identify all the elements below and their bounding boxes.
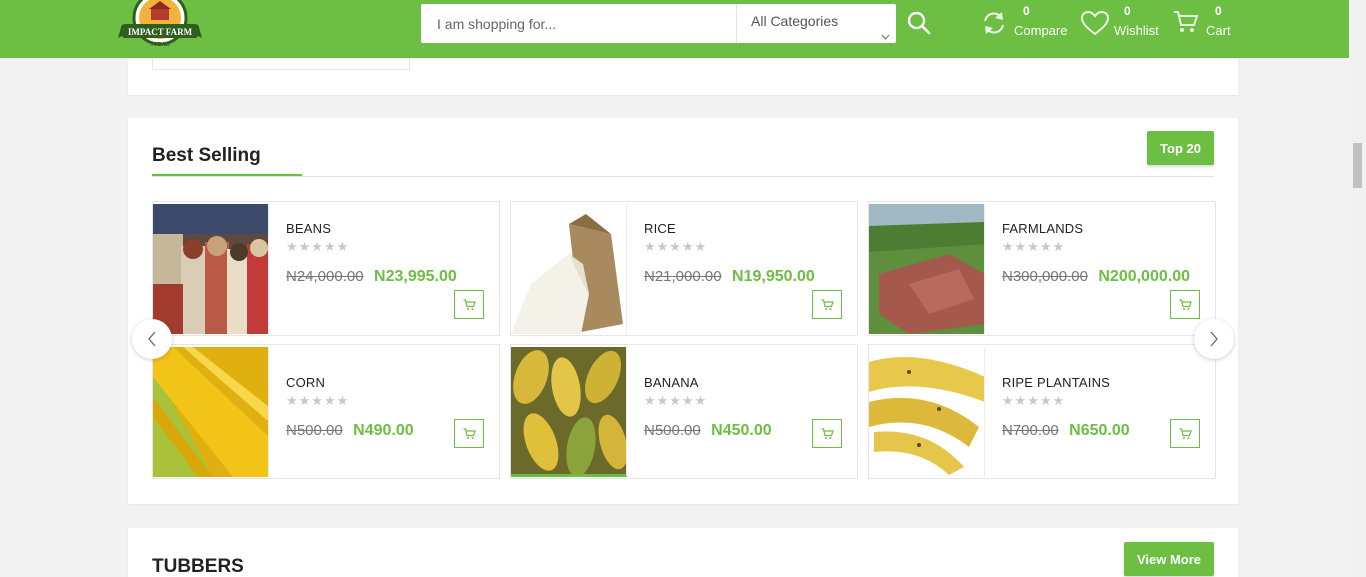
sale-price: N650.00 bbox=[1069, 422, 1130, 439]
site-header: IMPACT FARM STEAD All Categories 0 Compa… bbox=[0, 0, 1349, 58]
chevron-right-icon bbox=[1210, 331, 1218, 347]
cart-count: 0 bbox=[1215, 4, 1222, 18]
product-name[interactable]: FARMLANDS bbox=[1002, 221, 1083, 236]
cart-icon bbox=[463, 427, 476, 439]
category-select[interactable]: All Categories bbox=[737, 4, 896, 43]
carousel-next-button[interactable] bbox=[1194, 319, 1234, 359]
product-name[interactable]: BEANS bbox=[286, 221, 331, 236]
product-image[interactable] bbox=[511, 347, 627, 477]
wishlist-label: Wishlist bbox=[1114, 23, 1159, 38]
carousel-prev-button[interactable] bbox=[132, 319, 172, 359]
sale-price: N490.00 bbox=[353, 422, 414, 439]
add-to-cart-button[interactable] bbox=[1170, 290, 1200, 319]
page-scrollbar[interactable] bbox=[1349, 0, 1366, 577]
wishlist-count: 0 bbox=[1124, 4, 1131, 18]
add-to-cart-button[interactable] bbox=[454, 419, 484, 448]
product-card[interactable]: RICE ★★★★★ N21,000.00 N19,950.00 bbox=[510, 201, 858, 336]
cart-label: Cart bbox=[1206, 23, 1231, 38]
category-select-value: All Categories bbox=[751, 13, 839, 29]
compare-count: 0 bbox=[1023, 4, 1030, 18]
section-title: TUBBERS bbox=[152, 556, 244, 577]
sale-price: N450.00 bbox=[711, 422, 772, 439]
product-image[interactable] bbox=[869, 347, 985, 477]
rating-stars: ★★★★★ bbox=[286, 393, 350, 408]
product-name[interactable]: CORN bbox=[286, 375, 325, 390]
product-name[interactable]: RICE bbox=[644, 221, 676, 236]
add-to-cart-button[interactable] bbox=[812, 419, 842, 448]
product-image[interactable] bbox=[153, 347, 269, 477]
cart-icon bbox=[463, 298, 476, 310]
search-icon[interactable] bbox=[906, 10, 932, 36]
view-more-button[interactable]: View More bbox=[1124, 542, 1214, 576]
wishlist-link[interactable]: 0 Wishlist bbox=[1080, 4, 1165, 44]
old-price: N500.00 bbox=[286, 422, 343, 439]
product-price: N500.00 N450.00 bbox=[644, 422, 772, 440]
product-image[interactable] bbox=[153, 204, 269, 334]
section-title: Best Selling bbox=[152, 145, 261, 166]
old-price: N700.00 bbox=[1002, 422, 1059, 439]
cart-icon bbox=[1174, 11, 1199, 32]
rating-stars: ★★★★★ bbox=[1002, 239, 1066, 254]
title-divider bbox=[152, 176, 1214, 177]
search-bar: All Categories bbox=[421, 4, 896, 43]
product-card[interactable]: BEANS ★★★★★ N24,000.00 N23,995.00 bbox=[152, 201, 500, 336]
cart-icon bbox=[1179, 427, 1192, 439]
sale-price: N23,995.00 bbox=[374, 268, 457, 285]
chevron-left-icon bbox=[148, 331, 156, 347]
scrollbar-thumb[interactable] bbox=[1353, 143, 1362, 188]
top-20-button[interactable]: Top 20 bbox=[1147, 131, 1214, 165]
old-price: N24,000.00 bbox=[286, 268, 364, 285]
cart-icon bbox=[821, 298, 834, 310]
tubbers-section: TUBBERS View More bbox=[128, 528, 1238, 577]
chevron-down-icon bbox=[881, 18, 890, 52]
product-card[interactable]: CORN ★★★★★ N500.00 N490.00 bbox=[152, 344, 500, 479]
logo-subtext: STEAD bbox=[150, 42, 171, 48]
add-to-cart-button[interactable] bbox=[454, 290, 484, 319]
product-name[interactable]: BANANA bbox=[644, 375, 699, 390]
compare-icon bbox=[984, 12, 1004, 34]
product-card[interactable]: BANANA ★★★★★ N500.00 N450.00 bbox=[510, 344, 858, 479]
product-name[interactable]: RIPE PLANTAINS bbox=[1002, 375, 1110, 390]
rating-stars: ★★★★★ bbox=[286, 239, 350, 254]
product-price: N700.00 N650.00 bbox=[1002, 422, 1130, 440]
compare-link[interactable]: 0 Compare bbox=[980, 4, 1070, 44]
product-card[interactable]: RIPE PLANTAINS ★★★★★ N700.00 N650.00 bbox=[868, 344, 1216, 479]
site-logo[interactable]: IMPACT FARM STEAD bbox=[118, 0, 202, 52]
rating-stars: ★★★★★ bbox=[644, 239, 708, 254]
old-price: N300,000.00 bbox=[1002, 268, 1088, 285]
heart-icon bbox=[1080, 10, 1110, 36]
title-accent bbox=[152, 174, 302, 176]
product-price: N21,000.00 N19,950.00 bbox=[644, 268, 815, 286]
product-card[interactable]: FARMLANDS ★★★★★ N300,000.00 N200,000.00 bbox=[868, 201, 1216, 336]
search-input[interactable] bbox=[421, 4, 737, 43]
product-price: N24,000.00 N23,995.00 bbox=[286, 268, 457, 286]
logo-text: IMPACT FARM bbox=[128, 27, 193, 37]
sale-price: N19,950.00 bbox=[732, 268, 815, 285]
rating-stars: ★★★★★ bbox=[644, 393, 708, 408]
product-image[interactable] bbox=[869, 204, 985, 334]
add-to-cart-button[interactable] bbox=[1170, 419, 1200, 448]
product-image[interactable] bbox=[511, 204, 627, 334]
cart-icon bbox=[821, 427, 834, 439]
cart-link[interactable]: 0 Cart bbox=[1172, 4, 1237, 44]
old-price: N21,000.00 bbox=[644, 268, 722, 285]
sale-price: N200,000.00 bbox=[1098, 268, 1190, 285]
rating-stars: ★★★★★ bbox=[1002, 393, 1066, 408]
compare-label: Compare bbox=[1014, 23, 1068, 38]
add-to-cart-button[interactable] bbox=[812, 290, 842, 319]
product-price: N300,000.00 N200,000.00 bbox=[1002, 268, 1190, 286]
product-price: N500.00 N490.00 bbox=[286, 422, 414, 440]
old-price: N500.00 bbox=[644, 422, 701, 439]
best-selling-section: Best Selling Top 20 BEANS ★★★★★ N24,000.… bbox=[128, 118, 1238, 504]
cart-icon bbox=[1179, 298, 1192, 310]
